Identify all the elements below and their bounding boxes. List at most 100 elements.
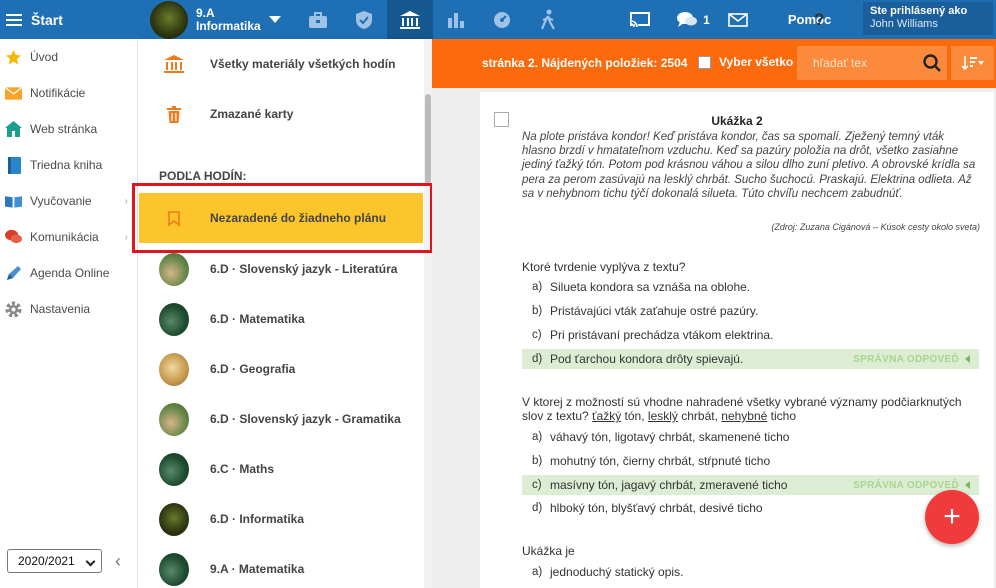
lesson-avatar: [159, 402, 189, 436]
scrollbar-thumb[interactable]: [425, 94, 431, 184]
lesson-item[interactable]: 6.D · Slovenský jazyk - Gramatika: [139, 394, 423, 444]
dashboard-icon[interactable]: [479, 0, 525, 39]
lesson-item[interactable]: 6.D · Geografia: [139, 344, 423, 394]
unassigned-item[interactable]: Nezaradené do žiadneho plánu: [139, 193, 423, 243]
answer-option[interactable]: a) jednoduchý statický opis.: [522, 562, 979, 582]
nav-label: Notifikácie: [30, 86, 86, 100]
collapse-sidebar-icon[interactable]: ‹: [115, 551, 121, 572]
answer-option[interactable]: d) hlboký tón, blyšťavý chrbát, desivé ti…: [522, 498, 979, 518]
lesson-item[interactable]: 6.D · Slovenský jazyk - Literatúra: [139, 244, 423, 294]
nav-item-uvod[interactable]: Úvod: [0, 39, 138, 75]
answer-option[interactable]: a) Silueta kondora sa vznáša na oblohe.: [522, 277, 979, 297]
chevron-right-icon: ›: [124, 231, 128, 243]
unassigned-label: Nezaradené do žiadneho plánu: [210, 211, 387, 225]
lesson-avatar: [159, 552, 189, 586]
lesson-label: 9.A · Matematika: [210, 562, 305, 576]
walking-person-icon[interactable]: [525, 0, 571, 39]
passage-source: (Zdroj: Zuzana Cigánová – Kúsok cesty ok…: [771, 222, 980, 232]
add-button[interactable]: +: [925, 490, 979, 544]
lesson-avatar: [159, 452, 189, 486]
lesson-avatar: [159, 252, 189, 286]
user-info[interactable]: Ste prihlásený ako John Williams: [863, 2, 993, 35]
answer-option-correct[interactable]: c) masívny tón, jagavý chrbát, zmeravené …: [522, 475, 979, 495]
bar-chart-icon[interactable]: [433, 0, 479, 39]
chat-bubbles-icon: [677, 11, 698, 27]
nav-item-agenda-online[interactable]: Agenda Online: [0, 255, 138, 291]
passage-text: Na plote pristáva kondor! Keď pristáva k…: [522, 131, 976, 200]
material-card: Ukážka 2 Na plote pristáva kondor! Keď p…: [480, 92, 994, 588]
panel-scrollbar[interactable]: [424, 39, 432, 588]
class-avatar: [150, 0, 188, 39]
lesson-avatar: [159, 302, 189, 336]
class-selector[interactable]: 9.A Informatika: [150, 0, 295, 39]
school-year-select[interactable]: 2020/2021: [7, 549, 102, 573]
sort-button[interactable]: [951, 46, 994, 80]
open-book-icon: [5, 193, 22, 210]
all-materials-label: Všetky materiály všetkých hodín: [210, 57, 396, 71]
answer-option[interactable]: b) mohutný tón, čierny chrbát, stŕpnuté t…: [522, 451, 979, 471]
answer-option[interactable]: c) Pri pristávaní prechádza vtákom elektr…: [522, 325, 979, 345]
nav-label: Vyučovanie: [30, 194, 92, 208]
search-input[interactable]: [797, 48, 907, 78]
briefcase-icon[interactable]: [295, 0, 341, 39]
section-heading: PODĽA HODÍN:: [159, 169, 247, 183]
chat-nav[interactable]: 1: [668, 0, 718, 39]
caret-down-icon: [268, 16, 281, 23]
book-icon: [5, 156, 22, 174]
lesson-avatar: [159, 502, 189, 536]
star-icon: [5, 49, 22, 66]
class-name: 9.A: [196, 5, 215, 20]
card-title: Ukážka 2: [711, 114, 763, 128]
library-icon: [159, 54, 189, 74]
sort-icon: [961, 56, 984, 70]
menu-label: Štart: [31, 11, 63, 28]
nav-label: Web stránka: [30, 122, 98, 136]
envelope-icon: [5, 85, 22, 102]
class-subject: Informatika: [196, 18, 261, 33]
nav-item-komunikacia[interactable]: Komunikácia ›: [0, 219, 138, 255]
shield-icon[interactable]: [341, 0, 387, 39]
all-materials-item[interactable]: Všetky materiály všetkých hodín: [139, 39, 423, 89]
checkbox-icon[interactable]: [698, 55, 711, 69]
nav-item-notifikacie[interactable]: Notifikácie: [0, 75, 138, 111]
lesson-item[interactable]: 6.C · Maths: [139, 444, 423, 494]
correct-answer-tag: SPRÁVNA ODPOVEĎ: [853, 480, 970, 491]
nav-item-triedna-kniha[interactable]: Triedna kniha: [0, 147, 138, 183]
select-all-checkbox[interactable]: Vyber všetko: [698, 55, 793, 69]
lesson-item[interactable]: 9.A · Matematika: [139, 544, 423, 588]
deleted-cards-label: Zmazané karty: [210, 107, 294, 121]
chat-count-badge: 1: [703, 12, 710, 27]
answer-option[interactable]: b) Pristávajúci vták zaťahuje ostré pazúr…: [522, 301, 979, 321]
library-icon[interactable]: [387, 0, 433, 39]
lesson-item[interactable]: 6.D · Informatika: [139, 494, 423, 544]
lesson-label: 6.D · Slovenský jazyk - Literatúra: [210, 262, 398, 276]
gear-icon: [5, 301, 22, 318]
deleted-cards-item[interactable]: Zmazané karty: [139, 89, 423, 139]
nav-label: Nastavenia: [30, 302, 91, 316]
answer-option[interactable]: a) váhavý tón, ligotavý chrbát, skamenené…: [522, 427, 979, 447]
mail-icon[interactable]: [715, 0, 761, 39]
nav-item-web-stranka[interactable]: Web stránka: [0, 111, 138, 147]
nav-label: Komunikácia: [30, 230, 99, 244]
menu-button[interactable]: Štart: [0, 0, 138, 39]
chevron-right-icon: ›: [124, 195, 128, 207]
trash-icon: [159, 105, 189, 123]
lesson-avatar: [159, 352, 189, 386]
search-icon[interactable]: [923, 54, 941, 75]
select-all-label: Vyber všetko: [719, 55, 794, 69]
nav-label: Úvod: [30, 50, 59, 64]
page-info: stránka 2. Nájdených položiek: 2504: [482, 56, 688, 70]
lesson-label: 6.D · Informatika: [210, 512, 305, 526]
hamburger-icon: [6, 13, 22, 26]
nav-item-nastavenia[interactable]: Nastavenia: [0, 291, 138, 327]
question-3: Ukážka je: [522, 544, 575, 558]
user-caption: Ste prihlásený ako: [870, 5, 968, 17]
answer-option-correct[interactable]: d) Pod ťarchou kondora drôty spievajú. SPR…: [522, 349, 979, 369]
lesson-label: 6.D · Matematika: [210, 312, 305, 326]
cast-icon[interactable]: [617, 0, 663, 39]
chat-icon: [5, 229, 22, 246]
nav-item-vyucovanie[interactable]: Vyučovanie ›: [0, 183, 138, 219]
lesson-item[interactable]: 6.D · Matematika: [139, 294, 423, 344]
help-button[interactable]: ? Pomoc: [772, 0, 847, 39]
results-toolbar: stránka 2. Nájdených položiek: 2504 Vybe…: [432, 39, 996, 88]
